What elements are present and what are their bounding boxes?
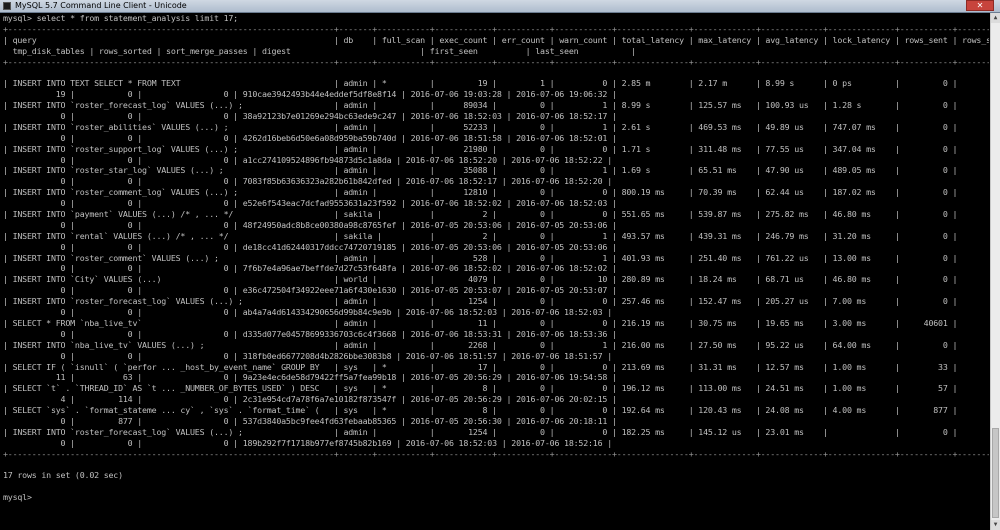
console-line: mysql> select * from statement_analysis …	[3, 13, 238, 23]
console-line: | SELECT `t` . `THREAD_ID` AS `t ... _NU…	[3, 383, 958, 394]
console-line: 0 | 877 | 0 | 537d3840a5bc9fee4fd63febaa…	[3, 415, 617, 426]
console-line: 0 | 0 | 0 | 4262d16beb6d50e6a08d959ba59b…	[3, 132, 617, 143]
console-line: | INSERT INTO `roster_support_log` VALUE…	[3, 143, 958, 154]
console-text: mysql> select * from statement_analysis …	[3, 13, 989, 503]
console-line: +---------------------------------------…	[3, 23, 989, 34]
console-line: | SELECT `sys` . `format_stateme ... cy`…	[3, 405, 958, 416]
console-line: | INSERT INTO `roster_forecast_log` VALU…	[3, 426, 958, 437]
console-line: mysql>	[3, 492, 32, 503]
console-line: 0 | 0 | 0 | 7083f85b63636323a282b61b842d…	[3, 176, 613, 187]
console-line: | INSERT INTO `roster_comment_log` VALUE…	[3, 187, 958, 198]
title-bar[interactable]: MySQL 5.7 Command Line Client - Unicode …	[0, 0, 1000, 13]
scroll-down-icon[interactable]: ▼	[991, 520, 1000, 530]
console-line: 0 | 0 | 0 | e36c472504f34922eee71a6f430e…	[3, 285, 617, 296]
console-line: +---------------------------------------…	[3, 56, 989, 67]
console-line: | SELECT IF ( `isnull` ( `perfor ... _ho…	[3, 361, 958, 372]
console-line: | INSERT INTO `roster_forecast_log` VALU…	[3, 296, 958, 307]
vertical-scrollbar[interactable]: ▲ ▼	[990, 13, 1000, 530]
console-line: | INSERT INTO `nba_live_tv` VALUES (...)…	[3, 339, 958, 350]
console-line: 0 | 0 | 0 | de18cc41d62440317ddcc7472071…	[3, 241, 617, 252]
console-line: +---------------------------------------…	[3, 448, 989, 459]
console-output[interactable]: mysql> select * from statement_analysis …	[3, 13, 989, 530]
window-title: MySQL 5.7 Command Line Client - Unicode	[15, 1, 187, 10]
close-button[interactable]: ✕	[966, 0, 994, 11]
console-line: 0 | 0 | 0 | 7f6b7e4a96ae7beffde7d27c53f6…	[3, 263, 617, 274]
scroll-thumb[interactable]	[992, 428, 999, 518]
console-line: 0 | 0 | 0 | ab4a7a4d614334290656d99b84c9…	[3, 307, 613, 318]
console-line: 0 | 0 | 0 | 189b292f7f1718b977ef8745b82b…	[3, 437, 613, 448]
console-line: | INSERT INTO TEXT SELECT * FROM TEXT | …	[3, 78, 958, 89]
console-line: 4 | 114 | 0 | 2c31e954cd7a78f6a7e10182f8…	[3, 394, 617, 405]
mysql-console-window: MySQL 5.7 Command Line Client - Unicode …	[0, 0, 1000, 530]
console-line: 0 | 0 | 0 | 48f24950adc8b8ce00380a98c876…	[3, 219, 617, 230]
console-line: | INSERT INTO `roster_star_log` VALUES (…	[3, 165, 958, 176]
console-line: | INSERT INTO `payment` VALUES (...) /* …	[3, 209, 958, 220]
console-line: | SELECT * FROM `nba_live_tv` | admin | …	[3, 317, 989, 328]
console-line: | INSERT INTO `roster_abilities` VALUES …	[3, 121, 958, 132]
console-line: 0 | 0 | 0 | 38a92123b7e01269e294bc63ede9…	[3, 111, 617, 122]
mysql-app-icon	[3, 2, 11, 10]
console-line: | INSERT INTO `City` VALUES (...) | worl…	[3, 274, 958, 285]
console-line: 0 | 0 | 0 | 318fb0ed6677208d4b2826bbe308…	[3, 350, 613, 361]
console-line: | INSERT INTO `rental` VALUES (...) /* ,…	[3, 230, 958, 241]
console-line: | query | db | full_scan | exec_count | …	[3, 34, 989, 45]
console-line: 11 | 63 | 0 | 9a23e4ec6de58d79422ff5a7fe…	[3, 372, 617, 383]
console-line: 0 | 0 | 0 | e52e6f543eac7dcfad9553631a23…	[3, 198, 617, 209]
scroll-up-icon[interactable]: ▲	[991, 13, 1000, 23]
console-line: tmp_disk_tables | rows_sorted | sort_mer…	[3, 45, 637, 56]
console-line: 0 | 0 | 0 | a1cc274109524896fb94873d5c1a…	[3, 154, 613, 165]
console-line: 17 rows in set (0.02 sec)	[3, 470, 123, 481]
console-line: 19 | 0 | 0 | 910cae3942493b44e4eddef5df8…	[3, 89, 617, 100]
console-line: | INSERT INTO `roster_forecast_log` VALU…	[3, 100, 958, 111]
console-line: | INSERT INTO `roster_comment` VALUES (.…	[3, 252, 958, 263]
console-line: 0 | 0 | 0 | d335d077e04578699336703c6c4f…	[3, 328, 617, 339]
